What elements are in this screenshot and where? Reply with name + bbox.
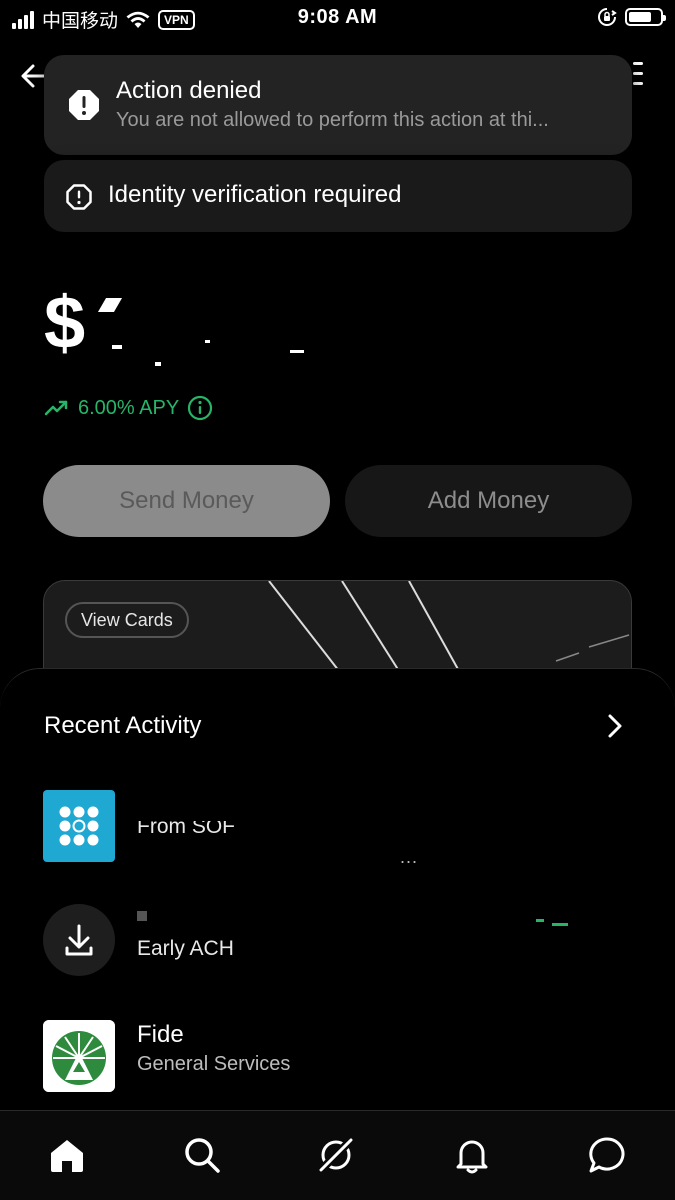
redacted-mark [536,919,544,922]
home-icon[interactable] [47,1135,87,1175]
add-money-button[interactable]: Add Money [345,465,632,537]
status-bar: 中国移动 VPN 9:08 AM [0,0,675,38]
clock: 9:08 AM [297,6,378,28]
battery-icon [625,8,666,26]
toast-title: Identity verification required [108,181,402,208]
toast-identity-verification[interactable]: Identity verification required [44,160,632,232]
redacted-mark [290,350,304,353]
toast-message: You are not allowed to perform this acti… [116,109,549,131]
recent-activity-title: Recent Activity [44,712,202,739]
activity-title: From SOF [137,821,235,837]
activity-title: Early ACH [137,937,234,960]
apy-label: 6.00% APY [78,396,180,419]
balance-amount: $ [44,281,85,364]
toast-action-denied[interactable]: Action denied You are not allowed to per… [44,55,632,155]
trending-up-icon [44,400,68,416]
toast-title: Action denied [116,77,262,104]
info-icon[interactable] [187,395,213,421]
rotation-lock-icon [598,8,617,26]
activity-title: Fide [137,1021,184,1048]
chat-icon[interactable] [587,1135,627,1175]
activity-subtitle: ... [400,847,419,867]
apy-row: 6.00% APY [44,395,213,421]
chevron-right-icon[interactable] [605,713,625,739]
orbit-icon[interactable] [316,1135,356,1175]
activity-subtitle: General Services [137,1053,291,1071]
menu-icon[interactable] [633,62,643,90]
redacted-mark [112,345,122,349]
send-money-button[interactable]: Send Money [43,465,330,537]
redacted-mark [155,362,161,366]
app-screen: 中国移动 VPN 9:08 AM Action denied You are n… [0,0,675,1200]
redacted-mark [552,923,568,926]
tab-bar [0,1110,675,1200]
recent-activity-sheet: Recent Activity From SOF ... Early ACH F… [0,668,675,1118]
alert-circle-icon [66,184,92,210]
view-cards-button[interactable]: View Cards [65,602,189,638]
fidelity-logo-icon [43,1020,115,1092]
download-icon [43,904,115,976]
sofi-logo-icon [43,790,115,862]
redacted-mark [205,340,210,343]
redacted-mark [97,298,123,312]
alert-octagon-icon [69,90,99,120]
search-icon[interactable] [182,1135,222,1175]
bell-icon[interactable] [452,1135,492,1175]
redacted-mark [137,911,147,921]
